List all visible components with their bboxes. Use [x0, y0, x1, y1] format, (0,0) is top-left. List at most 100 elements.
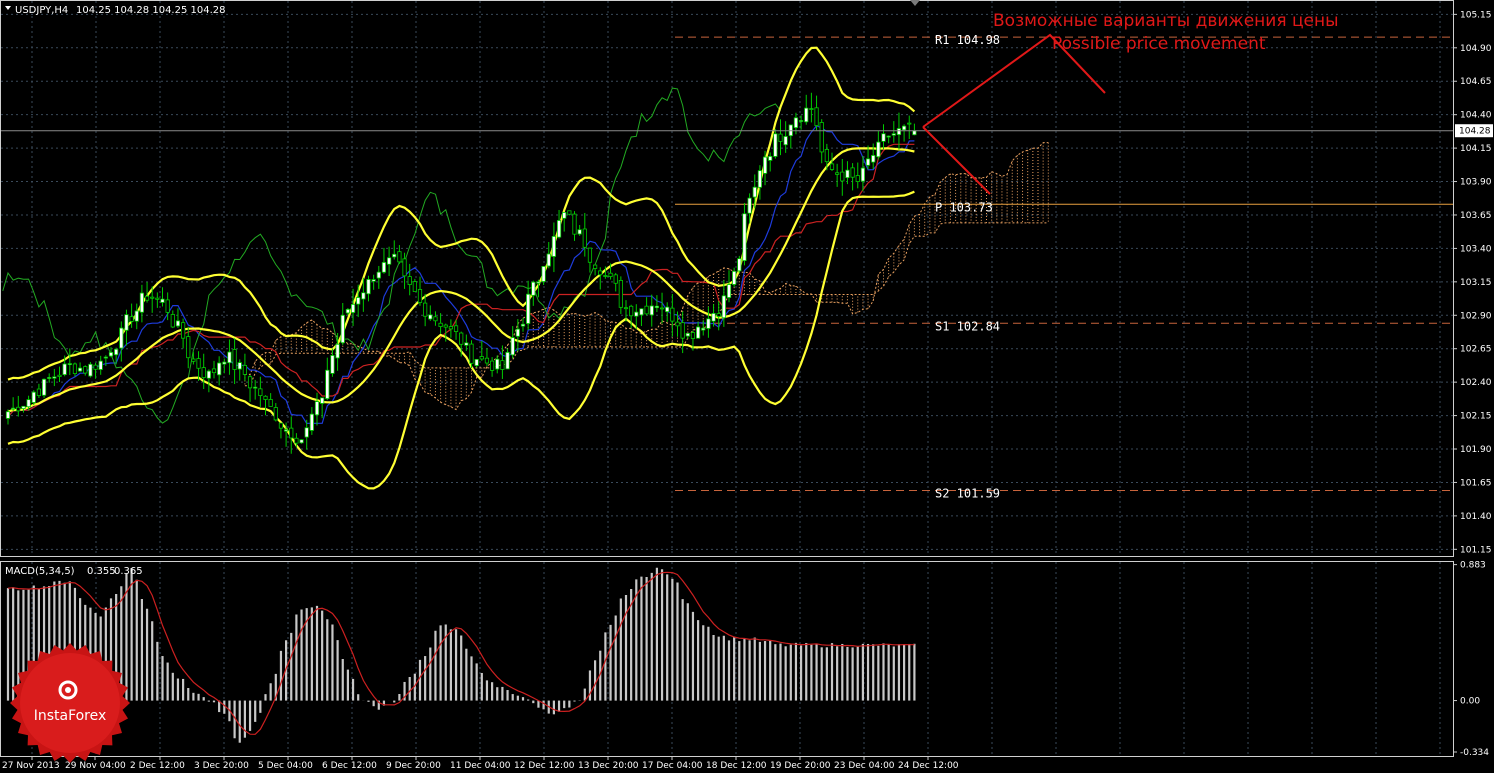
candle-body: [103, 356, 108, 359]
candle-body: [443, 324, 448, 328]
candle-body: [469, 343, 474, 364]
pivot-label-r1: R1 104.98: [935, 33, 1000, 47]
candle-body: [397, 251, 402, 263]
candle-body: [268, 399, 273, 407]
candle-body: [603, 275, 608, 277]
price-tick-label: 101.65: [1460, 478, 1492, 488]
candle-body: [165, 299, 170, 313]
candle-body: [309, 413, 314, 431]
candle-body: [562, 212, 567, 219]
candle-body: [263, 395, 268, 400]
candle-body: [299, 439, 304, 444]
candle-body: [41, 378, 47, 396]
candle-body: [551, 236, 557, 257]
candle-body: [335, 343, 340, 359]
candle-body: [242, 364, 247, 375]
candle-body: [587, 247, 593, 263]
bollinger-upper: [7, 46, 916, 381]
candle-body: [108, 352, 114, 357]
price-tick-label: 104.65: [1460, 77, 1492, 87]
candle-body: [93, 364, 98, 370]
pivot-label-p: P 103.73: [935, 200, 993, 214]
candle-body: [139, 292, 144, 313]
time-tick-label: 5 Dec 04:00: [258, 761, 313, 771]
time-tick-label: 2 Dec 12:00: [130, 761, 185, 771]
candle-body: [21, 405, 26, 409]
candle-body: [495, 358, 500, 370]
candle-body: [47, 377, 52, 379]
candle-body: [31, 391, 36, 403]
shift-marker-icon[interactable]: [910, 0, 920, 6]
downward-arrow: [922, 126, 991, 195]
macd-tick-label: -0.334: [1460, 748, 1489, 758]
candle-body: [809, 108, 814, 110]
time-tick-label: 23 Dec 04:00: [834, 761, 895, 771]
candle-body: [726, 284, 732, 298]
candle-body: [799, 120, 804, 122]
candle-body: [665, 306, 670, 313]
candle-body: [572, 213, 577, 235]
time-tick-label: 13 Dec 20:00: [578, 761, 639, 771]
candle-body: [227, 351, 232, 364]
candle-body: [716, 313, 721, 317]
candle-body: [423, 302, 428, 317]
candle-body: [170, 314, 175, 328]
candle-body: [752, 186, 757, 198]
candle-body: [675, 321, 680, 327]
candle-body: [757, 170, 763, 188]
candle-body: [546, 253, 551, 267]
candle-body: [72, 363, 78, 374]
candle-body: [886, 135, 891, 138]
price-tick-label: 101.15: [1460, 545, 1492, 555]
candle-body: [690, 332, 696, 339]
candle-body: [433, 316, 438, 322]
candle-body: [211, 368, 217, 374]
candle-body: [891, 133, 896, 136]
candle-body: [489, 360, 495, 371]
candle-body: [464, 342, 469, 346]
candle-body: [840, 171, 845, 182]
candle-body: [737, 258, 742, 272]
candle-body: [835, 172, 840, 175]
candle-body: [160, 298, 165, 303]
trading-chart: R1 104.98 P 103.73 S1 102.84 S2 101.59 USDJ…: [0, 0, 1493, 771]
candle-body: [742, 213, 747, 261]
candle-body: [634, 311, 639, 317]
candle-body: [865, 158, 871, 166]
candle-body: [659, 307, 665, 310]
candle-body: [366, 279, 371, 295]
price-tick-label: 103.40: [1460, 244, 1492, 254]
candle-body: [258, 388, 263, 397]
candle-body: [479, 356, 484, 360]
collapse-triangle-icon[interactable]: [5, 6, 11, 10]
candle-body: [762, 156, 768, 174]
candle-body: [144, 295, 150, 301]
candle-body: [325, 369, 330, 399]
time-tick-label: 9 Dec 20:00: [386, 761, 441, 771]
time-tick-label: 3 Dec 20:00: [194, 761, 249, 771]
candle-body: [57, 374, 62, 377]
candle-body: [448, 326, 454, 330]
candle-body: [778, 133, 783, 142]
candle-body: [829, 163, 835, 170]
candle-body: [814, 107, 819, 126]
candle-body: [515, 328, 520, 337]
candle-body: [124, 314, 129, 331]
candle-body: [793, 117, 799, 128]
candle-body: [907, 122, 912, 125]
candle-body: [608, 272, 613, 277]
price-tick-label: 102.15: [1460, 412, 1492, 422]
candle-body: [505, 351, 510, 370]
candle-body: [654, 305, 660, 309]
candle-body: [871, 155, 876, 163]
time-tick-label: 24 Dec 12:00: [898, 761, 959, 771]
candle-body: [484, 357, 490, 364]
candle-body: [330, 355, 335, 374]
macd-label: MACD(5,34,5): [5, 566, 75, 577]
candle-body: [556, 220, 562, 238]
candle-body: [623, 307, 629, 310]
logo-circle: [20, 653, 120, 753]
candle-body: [78, 367, 83, 372]
candle-body: [278, 422, 284, 429]
time-tick-label: 6 Dec 12:00: [322, 761, 377, 771]
